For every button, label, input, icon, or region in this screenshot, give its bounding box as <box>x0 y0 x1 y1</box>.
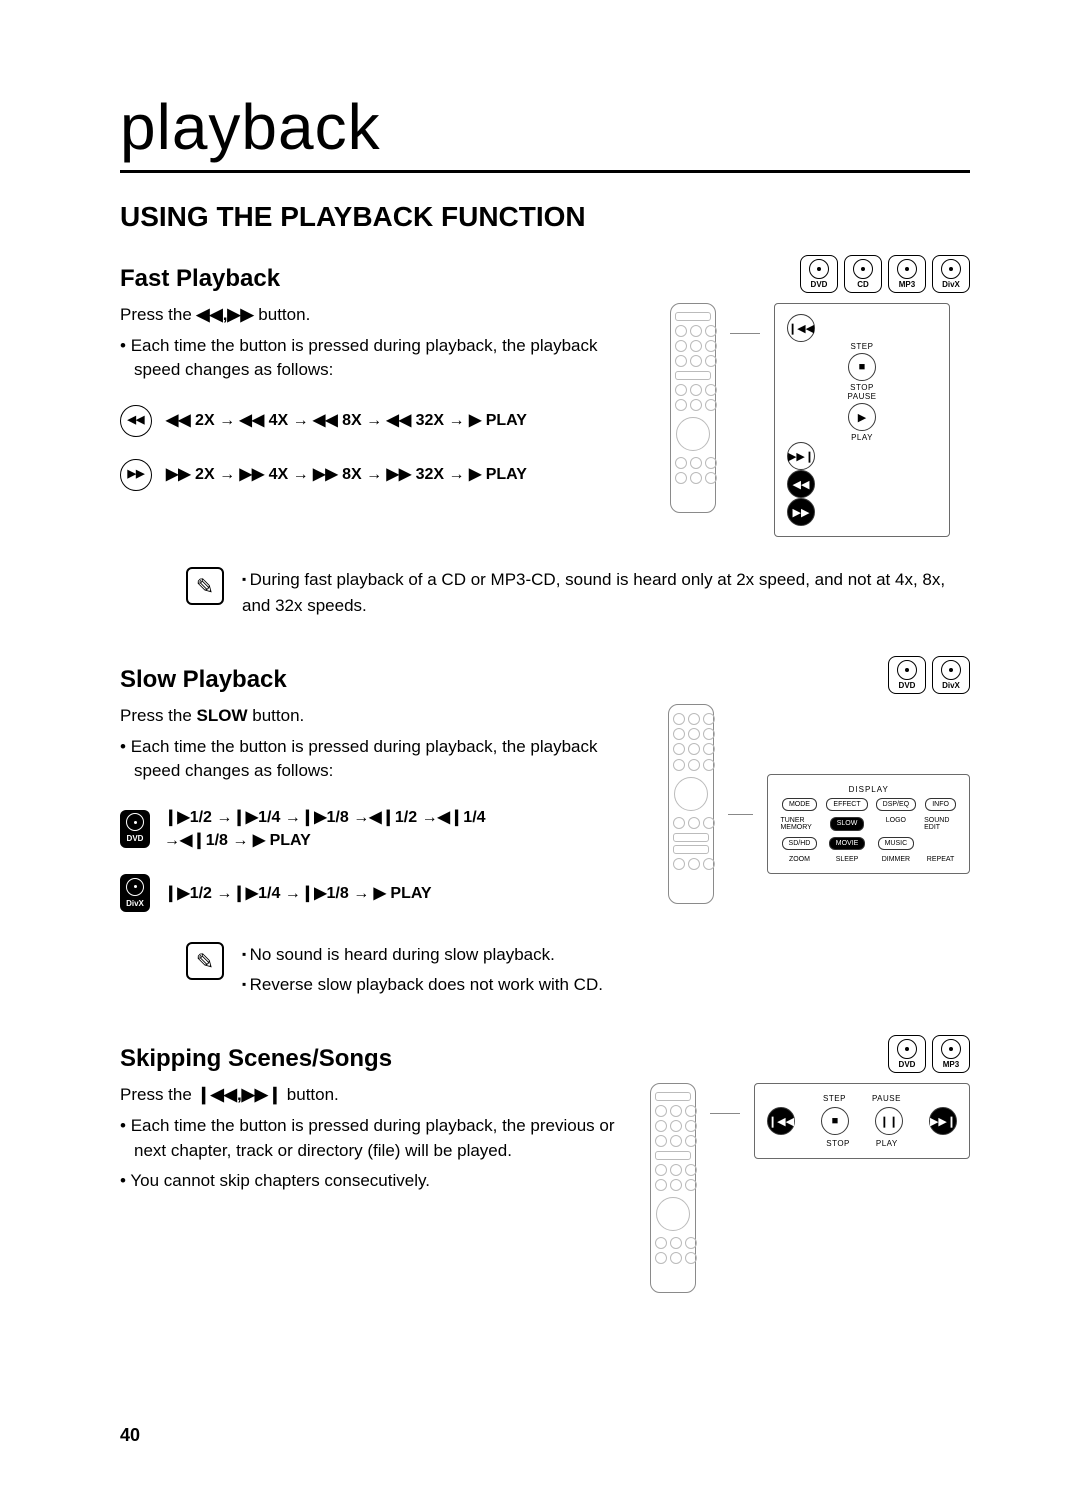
slow-diagram: DISPLAY MODEEFFECTDSP/EQINFO TUNER MEMOR… <box>668 704 970 904</box>
skip-press: Press the ❙◀◀,▶▶❙ button. <box>120 1083 620 1108</box>
slow-disc-badges: DVD DivX <box>888 656 970 694</box>
fast-rew-scheme: ◀◀ ◀◀ 2X → ◀◀ 4X → ◀◀ 8X → ◀◀ 32X → ▶ PL… <box>120 405 640 437</box>
slow-title: Slow Playback <box>120 666 287 694</box>
skip-title: Skipping Scenes/Songs <box>120 1045 392 1073</box>
slow-button-highlight: SLOW <box>830 817 865 831</box>
note-icon: ✎ <box>186 567 224 605</box>
skip-bullet2: You cannot skip chapters consecutively. <box>120 1169 620 1194</box>
fast-disc-badges: DVD CD MP3 DivX <box>800 255 970 293</box>
fast-diagram: ❙◀◀ STEP■STOP PAUSE▶PLAY ▶▶❙ ◀◀ ▶▶ <box>670 303 970 537</box>
slow-dvd-scheme: DVD ❙▶1/2 →❙▶1/4 →❙▶1/8 →◀❙1/2 →◀❙1/4 →◀… <box>120 806 638 852</box>
section-heading: USING THE PLAYBACK FUNCTION <box>120 201 970 233</box>
next-icon: ▶▶❙ <box>787 442 815 470</box>
skip-prev-icon: ❙◀◀ <box>767 1107 795 1135</box>
badge-dvd: DVD <box>888 1035 926 1073</box>
fast-title: Fast Playback <box>120 265 280 293</box>
badge-dvd: DVD <box>888 656 926 694</box>
fast-note: ✎ During fast playback of a CD or MP3-CD… <box>186 567 970 622</box>
forward-icon: ▶▶ <box>120 459 152 491</box>
fast-callout: ❙◀◀ STEP■STOP PAUSE▶PLAY ▶▶❙ ◀◀ ▶▶ <box>774 303 950 537</box>
skip-diagram: STEPPAUSE ❙◀◀ ■ ❙❙ ▶▶❙ STOPPLAY <box>650 1083 970 1293</box>
slow-press: Press the SLOW button. <box>120 704 638 729</box>
remote-illustration <box>650 1083 696 1293</box>
badge-divx: DivX <box>932 255 970 293</box>
fast-fwd-scheme: ▶▶ ▶▶ 2X → ▶▶ 4X → ▶▶ 8X → ▶▶ 32X → ▶ PL… <box>120 459 640 491</box>
page-title: playback <box>120 90 970 173</box>
remote-illustration <box>670 303 716 513</box>
skip-next-icon: ▶▶❙ <box>929 1107 957 1135</box>
prev-icon: ❙◀◀ <box>787 314 815 342</box>
dvd-mini-icon: DVD <box>120 810 150 848</box>
remote-illustration <box>668 704 714 904</box>
slow-divx-scheme: DivX ❙▶1/2 →❙▶1/4 →❙▶1/8 → ▶ PLAY <box>120 874 638 912</box>
slow-bullet: Each time the button is pressed during p… <box>120 735 638 784</box>
note-icon: ✎ <box>186 942 224 980</box>
slow-callout: DISPLAY MODEEFFECTDSP/EQINFO TUNER MEMOR… <box>767 774 970 874</box>
badge-mp3: MP3 <box>888 255 926 293</box>
badge-dvd: DVD <box>800 255 838 293</box>
badge-divx: DivX <box>932 656 970 694</box>
callout-rewind-icon: ◀◀ <box>787 470 815 498</box>
skip-callout: STEPPAUSE ❙◀◀ ■ ❙❙ ▶▶❙ STOPPLAY <box>754 1083 970 1159</box>
badge-mp3: MP3 <box>932 1035 970 1073</box>
skip-bullet1: Each time the button is pressed during p… <box>120 1114 620 1163</box>
slow-note: ✎ No sound is heard during slow playback… <box>186 942 970 1001</box>
divx-mini-icon: DivX <box>120 874 150 912</box>
page-number: 40 <box>120 1425 140 1446</box>
badge-cd: CD <box>844 255 882 293</box>
rewind-icon: ◀◀ <box>120 405 152 437</box>
fast-press: Press the ◀◀,▶▶ button. <box>120 303 640 328</box>
callout-forward-icon: ▶▶ <box>787 498 815 526</box>
fast-bullet: Each time the button is pressed during p… <box>120 334 640 383</box>
skip-disc-badges: DVD MP3 <box>888 1035 970 1073</box>
